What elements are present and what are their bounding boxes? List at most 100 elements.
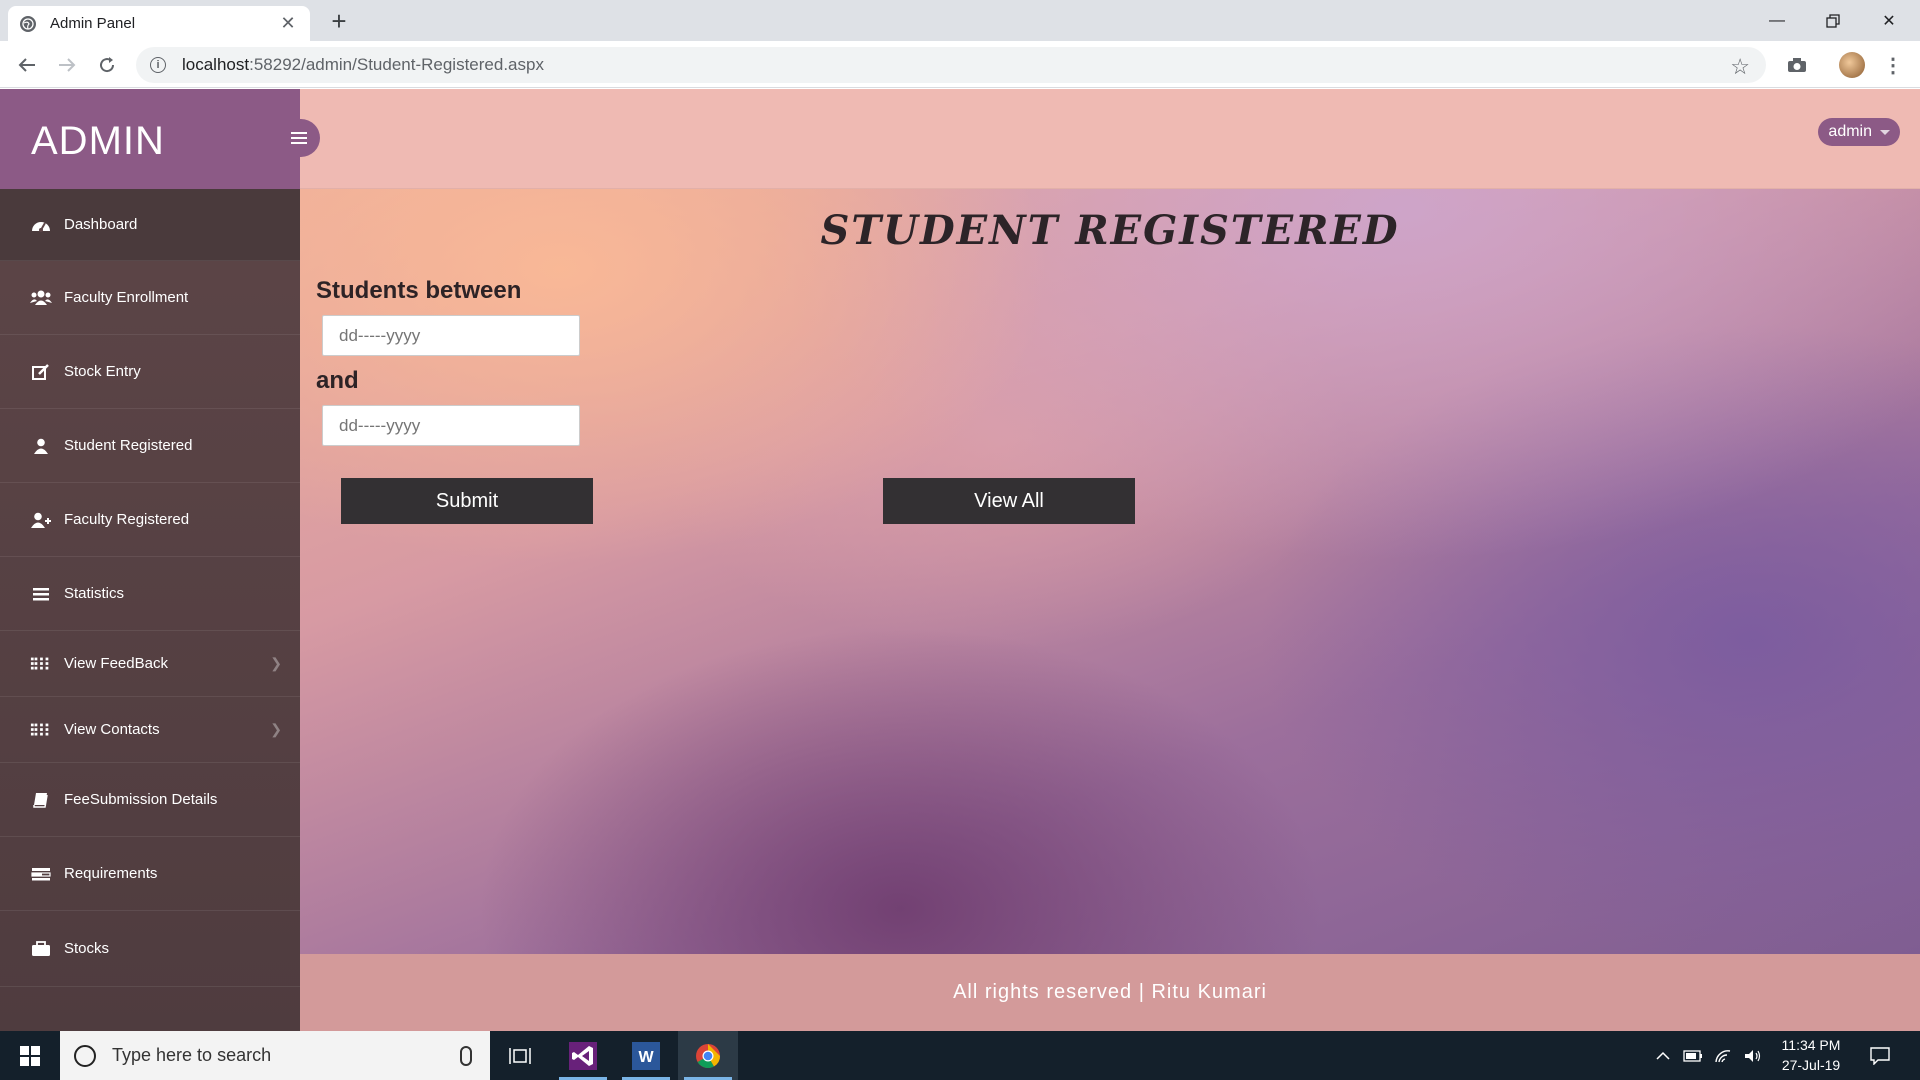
globe-icon — [20, 15, 36, 32]
address-bar[interactable]: i localhost:58292/admin/Student-Register… — [136, 47, 1766, 83]
brand-header: ADMIN — [0, 89, 300, 189]
taskbar-word[interactable]: W — [616, 1031, 676, 1080]
to-date-input[interactable] — [322, 405, 580, 446]
browser-toolbar: i localhost:58292/admin/Student-Register… — [0, 41, 1920, 88]
briefcase-icon — [30, 940, 52, 958]
cortana-icon — [74, 1044, 96, 1067]
page-title: STUDENT REGISTERED — [820, 207, 1400, 254]
forward-button[interactable] — [53, 51, 81, 79]
students-between-label: Students between — [316, 277, 522, 304]
sidebar-item-statistics[interactable]: Statistics — [0, 557, 300, 631]
list-icon — [30, 585, 52, 603]
sidebar-item-label: Dashboard — [64, 216, 138, 233]
taskbar-chrome[interactable] — [678, 1031, 738, 1080]
sidebar-item-label: Faculty Registered — [64, 511, 190, 528]
task-view-button[interactable] — [490, 1031, 550, 1080]
wifi-icon[interactable] — [1710, 1031, 1736, 1080]
edit-icon — [30, 363, 52, 381]
restore-button[interactable] — [1805, 0, 1861, 41]
sidebar-item-stocks[interactable]: Stocks — [0, 911, 300, 987]
sidebar-item-faculty-registered[interactable]: Faculty Registered — [0, 483, 300, 557]
taskbar-search[interactable]: Type here to search — [60, 1031, 490, 1080]
user-icon — [30, 437, 52, 455]
sidebar-item-student-registered[interactable]: Student Registered — [0, 409, 300, 483]
minimize-button[interactable]: — — [1749, 0, 1805, 41]
sidebar-item-view-feedback[interactable]: View FeedBack ❯ — [0, 631, 300, 697]
sidebar-item-label: Faculty Enrollment — [64, 289, 189, 306]
sidebar-item-label: View FeedBack — [64, 655, 168, 672]
hamburger-icon — [291, 136, 307, 140]
brand-title: ADMIN — [31, 119, 165, 163]
sidebar-item-label: FeeSubmission Details — [64, 791, 218, 808]
reload-button[interactable] — [93, 51, 121, 79]
show-hidden-icons-button[interactable] — [1650, 1031, 1676, 1080]
sidebar-item-faculty-enrollment[interactable]: Faculty Enrollment — [0, 261, 300, 335]
sidebar-item-requirements[interactable]: Requirements — [0, 837, 300, 911]
visual-studio-icon — [569, 1041, 597, 1070]
user-plus-icon — [30, 511, 52, 529]
windows-logo-icon — [20, 1045, 40, 1066]
microphone-icon[interactable] — [460, 1045, 472, 1066]
sidebar-item-label: Student Registered — [64, 437, 193, 454]
new-tab-button[interactable]: + — [326, 8, 352, 34]
bookmark-star-icon[interactable]: ☆ — [1730, 54, 1750, 80]
footer: All rights reserved | Ritu Kumari — [300, 954, 1920, 1031]
footer-text: All rights reserved | Ritu Kumari — [953, 981, 1267, 1003]
notifications-icon[interactable] — [1866, 1031, 1894, 1080]
back-button[interactable] — [13, 51, 41, 79]
site-info-icon[interactable]: i — [150, 57, 166, 73]
sidebar-item-label: Statistics — [64, 585, 125, 602]
top-header: admin — [300, 89, 1920, 189]
sidebar: ADMIN Dashboard Faculty Enrollment Stock… — [0, 89, 300, 1031]
profile-avatar[interactable] — [1838, 51, 1866, 79]
tasks-icon — [30, 865, 52, 883]
sidebar-item-stock-entry[interactable]: Stock Entry — [0, 335, 300, 409]
close-window-button[interactable]: ✕ — [1861, 0, 1917, 41]
battery-icon[interactable] — [1680, 1031, 1706, 1080]
chevron-right-icon: ❯ — [270, 721, 282, 737]
clock-date: 27-Jul-19 — [1781, 1057, 1841, 1073]
browser-tabstrip: Admin Panel ✕ + — ✕ — [0, 0, 1920, 41]
sidebar-item-label: Requirements — [64, 865, 158, 882]
sidebar-item-label: View Contacts — [64, 721, 160, 738]
menu-toggle-button[interactable] — [278, 119, 320, 157]
url-host: localhost — [182, 55, 250, 74]
sidebar-item-feesubmission-details[interactable]: FeeSubmission Details — [0, 763, 300, 837]
dashboard-icon — [30, 216, 52, 234]
grid-icon — [30, 721, 52, 739]
caret-down-icon — [1880, 129, 1890, 135]
avatar — [1839, 52, 1865, 78]
browser-tab[interactable]: Admin Panel ✕ — [8, 6, 310, 41]
system-clock[interactable]: 11:34 PM 27-Jul-19 — [1765, 1035, 1857, 1075]
admin-app: ADMIN Dashboard Faculty Enrollment Stock… — [0, 89, 1920, 1031]
taskbar-visual-studio[interactable] — [553, 1031, 613, 1080]
book-icon — [30, 791, 52, 809]
url-path: :58292/admin/Student-Registered.aspx — [249, 55, 544, 74]
and-label: and — [316, 367, 359, 394]
volume-icon[interactable] — [1740, 1031, 1766, 1080]
view-all-button[interactable]: View All — [883, 478, 1135, 524]
search-placeholder: Type here to search — [112, 1045, 272, 1065]
main-content: admin STUDENT REGISTERED Students betwee… — [300, 89, 1920, 1031]
grid-icon — [30, 655, 52, 673]
windows-taskbar: Type here to search W 11:34 PM 27-Jul-19 — [0, 1031, 1920, 1080]
sidebar-item-label: Stock Entry — [64, 363, 141, 380]
camera-icon[interactable] — [1783, 51, 1811, 79]
close-tab-icon[interactable]: ✕ — [278, 13, 298, 34]
submit-button[interactable]: Submit — [341, 478, 593, 524]
start-button[interactable] — [0, 1031, 60, 1080]
word-icon: W — [632, 1041, 660, 1070]
user-label: admin — [1828, 123, 1872, 140]
clock-time: 11:34 PM — [1781, 1037, 1841, 1053]
chevron-right-icon: ❯ — [270, 655, 282, 671]
svg-text:W: W — [638, 1049, 654, 1066]
sidebar-item-dashboard[interactable]: Dashboard — [0, 189, 300, 261]
sidebar-item-label: Stocks — [64, 940, 110, 957]
from-date-input[interactable] — [322, 315, 580, 356]
browser-menu-icon[interactable]: ⋮ — [1879, 51, 1907, 79]
sidebar-item-view-contacts[interactable]: View Contacts ❯ — [0, 697, 300, 763]
tab-title: Admin Panel — [50, 15, 136, 32]
users-icon — [30, 289, 52, 307]
task-view-icon — [509, 1047, 531, 1064]
user-dropdown[interactable]: admin — [1818, 118, 1900, 146]
